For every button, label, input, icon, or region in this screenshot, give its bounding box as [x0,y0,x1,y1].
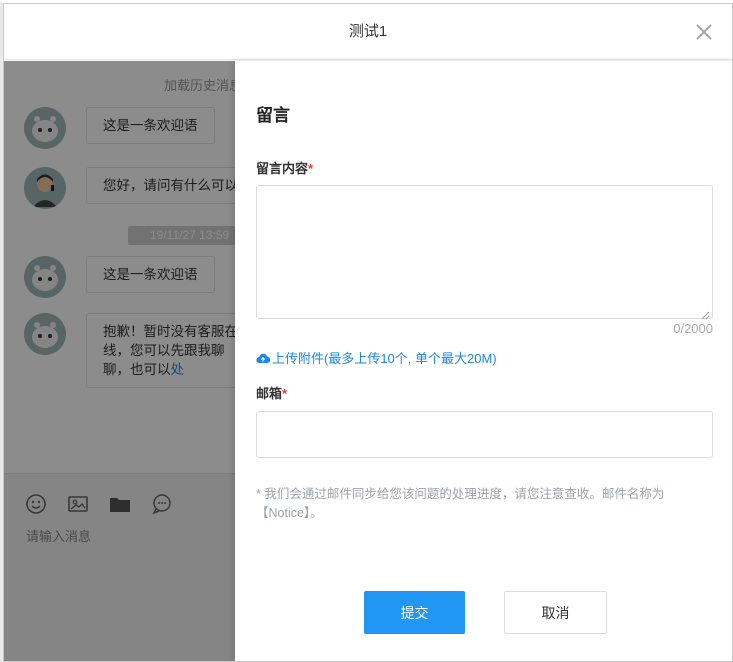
content-label: 留言内容* [256,161,314,176]
cancel-button[interactable]: 取消 [504,591,607,634]
cloud-upload-icon [256,353,270,363]
message-content-textarea[interactable] [256,185,713,320]
modal-overlay[interactable] [4,61,264,661]
email-label: 邮箱* [256,386,288,401]
chat-dialog: 测试1 加载历史消息 这是一条欢迎语 您好，请问有什么可以帮您 19/11/27… [3,3,733,662]
resize-handle-icon[interactable] [701,307,710,320]
leave-message-panel: 留言 留言内容* 0/2000 上传附件(最多上传10个, 单个最大20M) 邮… [235,61,732,661]
email-field[interactable] [256,411,713,458]
notice-hint: * 我们会通过邮件同步给您该问题的处理进度，请您注意查收。邮件名称为【Notic… [256,487,665,520]
dialog-title: 测试1 [348,23,388,40]
required-mark: * [308,161,314,176]
dialog-header: 测试1 [4,4,732,60]
submit-button[interactable]: 提交 [364,591,465,634]
upload-attachment-link[interactable]: 上传附件(最多上传10个, 单个最大20M) [256,348,497,367]
panel-title: 留言 [256,106,290,125]
required-mark: * [282,386,288,401]
close-icon[interactable] [694,22,714,42]
char-counter: 0/2000 [673,321,713,336]
